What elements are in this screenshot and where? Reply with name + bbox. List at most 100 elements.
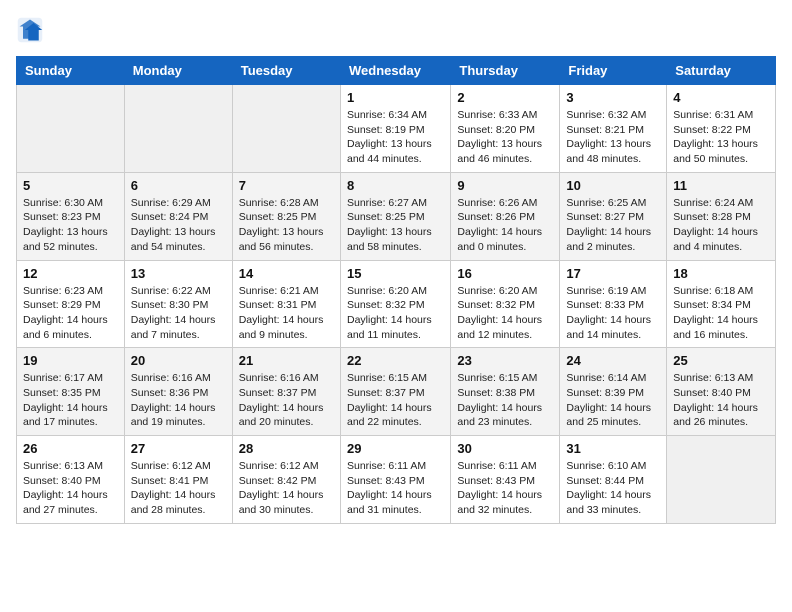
day-info: Sunrise: 6:19 AMSunset: 8:33 PMDaylight:…: [566, 284, 660, 343]
day-number: 23: [457, 353, 553, 368]
day-info: Sunrise: 6:16 AMSunset: 8:36 PMDaylight:…: [131, 371, 226, 430]
calendar-cell: 22 Sunrise: 6:15 AMSunset: 8:37 PMDayligh…: [340, 348, 450, 436]
calendar-cell: 15 Sunrise: 6:20 AMSunset: 8:32 PMDayligh…: [340, 260, 450, 348]
weekday-header-friday: Friday: [560, 57, 667, 85]
calendar-cell: 20 Sunrise: 6:16 AMSunset: 8:36 PMDayligh…: [124, 348, 232, 436]
day-info: Sunrise: 6:28 AMSunset: 8:25 PMDaylight:…: [239, 196, 334, 255]
day-info: Sunrise: 6:20 AMSunset: 8:32 PMDaylight:…: [347, 284, 444, 343]
day-number: 13: [131, 266, 226, 281]
calendar-cell: 13 Sunrise: 6:22 AMSunset: 8:30 PMDayligh…: [124, 260, 232, 348]
weekday-header-sunday: Sunday: [17, 57, 125, 85]
calendar-cell: 8Sunrise: 6:27 AMSunset: 8:25 PMDaylight…: [340, 172, 450, 260]
day-info: Sunrise: 6:30 AMSunset: 8:23 PMDaylight:…: [23, 196, 118, 255]
day-number: 14: [239, 266, 334, 281]
day-info: Sunrise: 6:15 AMSunset: 8:37 PMDaylight:…: [347, 371, 444, 430]
calendar-cell: 1 Sunrise: 6:34 AMSunset: 8:19 PMDaylight…: [340, 85, 450, 173]
day-number: 2: [457, 90, 553, 105]
day-number: 26: [23, 441, 118, 456]
day-number: 3: [566, 90, 660, 105]
calendar-cell: [17, 85, 125, 173]
day-number: 7: [239, 178, 334, 193]
calendar-cell: 12Sunrise: 6:23 AMSunset: 8:29 PMDayligh…: [17, 260, 125, 348]
day-number: 19: [23, 353, 118, 368]
page-header: [16, 16, 776, 44]
day-info: Sunrise: 6:13 AMSunset: 8:40 PMDaylight:…: [673, 371, 769, 430]
calendar-cell: 28 Sunrise: 6:12 AMSunset: 8:42 PMDayligh…: [232, 436, 340, 524]
calendar-cell: 26 Sunrise: 6:13 AMSunset: 8:40 PMDayligh…: [17, 436, 125, 524]
day-number: 20: [131, 353, 226, 368]
day-number: 16: [457, 266, 553, 281]
day-number: 6: [131, 178, 226, 193]
day-info: Sunrise: 6:24 AMSunset: 8:28 PMDaylight:…: [673, 196, 769, 255]
day-info: Sunrise: 6:23 AMSunset: 8:29 PMDaylight:…: [23, 284, 118, 343]
day-number: 28: [239, 441, 334, 456]
calendar-cell: 31 Sunrise: 6:10 AMSunset: 8:44 PMDayligh…: [560, 436, 667, 524]
calendar-week-row: 1 Sunrise: 6:34 AMSunset: 8:19 PMDaylight…: [17, 85, 776, 173]
day-number: 31: [566, 441, 660, 456]
day-number: 1: [347, 90, 444, 105]
day-info: Sunrise: 6:16 AMSunset: 8:37 PMDaylight:…: [239, 371, 334, 430]
day-info: Sunrise: 6:12 AMSunset: 8:42 PMDaylight:…: [239, 459, 334, 518]
calendar-cell: [667, 436, 776, 524]
logo: [16, 16, 48, 44]
weekday-header-saturday: Saturday: [667, 57, 776, 85]
day-number: 30: [457, 441, 553, 456]
calendar-cell: 6 Sunrise: 6:29 AMSunset: 8:24 PMDaylight…: [124, 172, 232, 260]
day-info: Sunrise: 6:21 AMSunset: 8:31 PMDaylight:…: [239, 284, 334, 343]
calendar-cell: 18Sunrise: 6:18 AMSunset: 8:34 PMDayligh…: [667, 260, 776, 348]
day-number: 17: [566, 266, 660, 281]
calendar-cell: 16 Sunrise: 6:20 AMSunset: 8:32 PMDayligh…: [451, 260, 560, 348]
calendar-cell: 25 Sunrise: 6:13 AMSunset: 8:40 PMDayligh…: [667, 348, 776, 436]
day-info: Sunrise: 6:20 AMSunset: 8:32 PMDaylight:…: [457, 284, 553, 343]
day-info: Sunrise: 6:34 AMSunset: 8:19 PMDaylight:…: [347, 108, 444, 167]
day-info: Sunrise: 6:11 AMSunset: 8:43 PMDaylight:…: [457, 459, 553, 518]
day-info: Sunrise: 6:18 AMSunset: 8:34 PMDaylight:…: [673, 284, 769, 343]
calendar-cell: 7 Sunrise: 6:28 AMSunset: 8:25 PMDaylight…: [232, 172, 340, 260]
logo-icon: [16, 16, 44, 44]
calendar-cell: 23 Sunrise: 6:15 AMSunset: 8:38 PMDayligh…: [451, 348, 560, 436]
day-info: Sunrise: 6:15 AMSunset: 8:38 PMDaylight:…: [457, 371, 553, 430]
day-number: 21: [239, 353, 334, 368]
day-info: Sunrise: 6:12 AMSunset: 8:41 PMDaylight:…: [131, 459, 226, 518]
weekday-header-thursday: Thursday: [451, 57, 560, 85]
calendar-week-row: 5Sunrise: 6:30 AMSunset: 8:23 PMDaylight…: [17, 172, 776, 260]
day-info: Sunrise: 6:10 AMSunset: 8:44 PMDaylight:…: [566, 459, 660, 518]
day-info: Sunrise: 6:17 AMSunset: 8:35 PMDaylight:…: [23, 371, 118, 430]
calendar-cell: 4 Sunrise: 6:31 AMSunset: 8:22 PMDaylight…: [667, 85, 776, 173]
calendar-cell: 14 Sunrise: 6:21 AMSunset: 8:31 PMDayligh…: [232, 260, 340, 348]
calendar-cell: 19 Sunrise: 6:17 AMSunset: 8:35 PMDayligh…: [17, 348, 125, 436]
day-number: 25: [673, 353, 769, 368]
day-info: Sunrise: 6:27 AMSunset: 8:25 PMDaylight:…: [347, 196, 444, 255]
calendar-cell: [232, 85, 340, 173]
day-number: 29: [347, 441, 444, 456]
calendar-week-row: 26 Sunrise: 6:13 AMSunset: 8:40 PMDayligh…: [17, 436, 776, 524]
day-info: Sunrise: 6:11 AMSunset: 8:43 PMDaylight:…: [347, 459, 444, 518]
calendar-cell: 9 Sunrise: 6:26 AMSunset: 8:26 PMDaylight…: [451, 172, 560, 260]
day-info: Sunrise: 6:22 AMSunset: 8:30 PMDaylight:…: [131, 284, 226, 343]
day-info: Sunrise: 6:26 AMSunset: 8:26 PMDaylight:…: [457, 196, 553, 255]
calendar-cell: 21 Sunrise: 6:16 AMSunset: 8:37 PMDayligh…: [232, 348, 340, 436]
day-info: Sunrise: 6:13 AMSunset: 8:40 PMDaylight:…: [23, 459, 118, 518]
weekday-header-monday: Monday: [124, 57, 232, 85]
calendar-cell: 17 Sunrise: 6:19 AMSunset: 8:33 PMDayligh…: [560, 260, 667, 348]
day-number: 9: [457, 178, 553, 193]
day-number: 24: [566, 353, 660, 368]
day-info: Sunrise: 6:31 AMSunset: 8:22 PMDaylight:…: [673, 108, 769, 167]
calendar-cell: 27Sunrise: 6:12 AMSunset: 8:41 PMDayligh…: [124, 436, 232, 524]
day-info: Sunrise: 6:14 AMSunset: 8:39 PMDaylight:…: [566, 371, 660, 430]
day-number: 10: [566, 178, 660, 193]
day-info: Sunrise: 6:33 AMSunset: 8:20 PMDaylight:…: [457, 108, 553, 167]
calendar-cell: 2 Sunrise: 6:33 AMSunset: 8:20 PMDaylight…: [451, 85, 560, 173]
calendar-cell: 10 Sunrise: 6:25 AMSunset: 8:27 PMDayligh…: [560, 172, 667, 260]
day-number: 22: [347, 353, 444, 368]
weekday-header-wednesday: Wednesday: [340, 57, 450, 85]
calendar-header-row: SundayMondayTuesdayWednesdayThursdayFrid…: [17, 57, 776, 85]
calendar-cell: 3Sunrise: 6:32 AMSunset: 8:21 PMDaylight…: [560, 85, 667, 173]
calendar-cell: 5Sunrise: 6:30 AMSunset: 8:23 PMDaylight…: [17, 172, 125, 260]
day-number: 15: [347, 266, 444, 281]
calendar-cell: 11Sunrise: 6:24 AMSunset: 8:28 PMDayligh…: [667, 172, 776, 260]
weekday-header-tuesday: Tuesday: [232, 57, 340, 85]
day-info: Sunrise: 6:25 AMSunset: 8:27 PMDaylight:…: [566, 196, 660, 255]
day-info: Sunrise: 6:29 AMSunset: 8:24 PMDaylight:…: [131, 196, 226, 255]
day-number: 4: [673, 90, 769, 105]
